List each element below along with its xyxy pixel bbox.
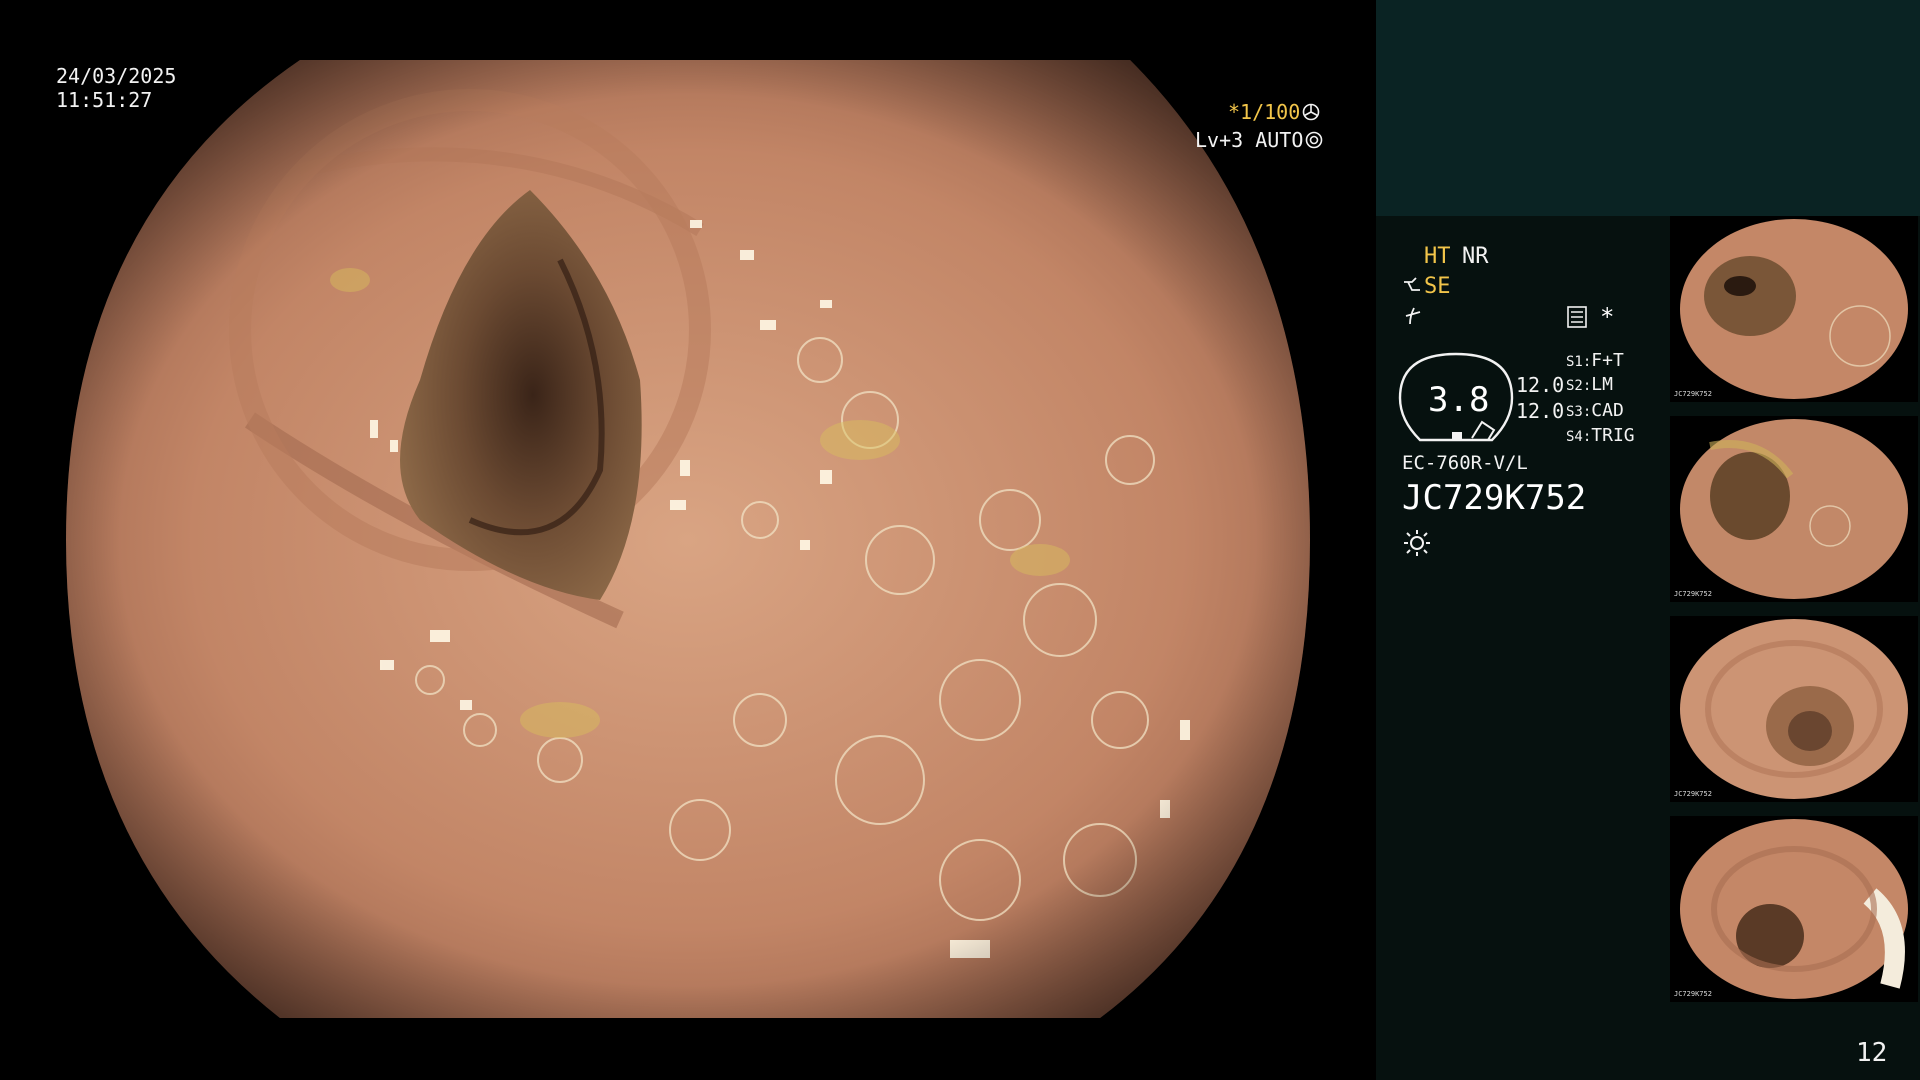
- iris-indicator: Lv+3 AUTO: [1195, 128, 1323, 152]
- se-icon: [1404, 277, 1420, 291]
- menu-icon: [1567, 306, 1587, 328]
- thumbnail-image: [1680, 619, 1908, 799]
- f-icon: [1405, 307, 1421, 325]
- scope-model: EC-760R-V/L: [1402, 452, 1528, 474]
- value-2: 12.0: [1516, 399, 1565, 423]
- nr-label: NR: [1462, 244, 1489, 269]
- thumbnail-serial: JC729K752: [1674, 390, 1712, 398]
- iris-icon: [1306, 131, 1323, 149]
- thumbnail-image: [1680, 419, 1908, 599]
- thumbnail-image: [1680, 219, 1908, 399]
- scope-serial: JC729K752: [1402, 478, 1587, 518]
- endoscopy-screen: 24/03/2025 11:51:27 *1/100 Lv+3 AUTO HT …: [0, 0, 1920, 1080]
- se-label: SE: [1424, 274, 1451, 299]
- light-icon: [1404, 530, 1430, 556]
- thumbnail-4[interactable]: JC729K752: [1670, 816, 1918, 1002]
- slot-s3: S3:CAD: [1566, 400, 1624, 421]
- panel-header-area: [1376, 0, 1920, 216]
- thumbnail-serial: JC729K752: [1674, 990, 1712, 998]
- slot-s4: S4:TRIG: [1566, 425, 1635, 446]
- gauge-value: 3.8: [1428, 380, 1490, 420]
- page-number: 12: [1856, 1038, 1888, 1068]
- thumbnail-3[interactable]: JC729K752: [1670, 616, 1918, 802]
- slot-s1: S1:F+T: [1566, 350, 1624, 371]
- shutter-text: *1/100: [1228, 100, 1301, 124]
- endoscope-view: 24/03/2025 11:51:27 *1/100 Lv+3 AUTO: [0, 0, 1376, 1080]
- status-panel: HT NR SE * 3.8 12.0 12.0 S1:F+T S2:LM S3…: [1376, 0, 1920, 1080]
- shutter-icon: [1302, 103, 1320, 121]
- thumbnail-2[interactable]: JC729K752: [1670, 416, 1918, 602]
- thumbnail-1[interactable]: JC729K752: [1670, 216, 1918, 402]
- shutter-indicator: *1/100: [1228, 100, 1320, 124]
- date-text: 24/03/2025: [56, 64, 177, 88]
- star-mark: *: [1600, 303, 1615, 331]
- thumbnail-serial: JC729K752: [1674, 790, 1712, 798]
- datetime: 24/03/2025 11:51:27: [56, 64, 176, 112]
- value-1: 12.0: [1516, 373, 1565, 397]
- time-text: 11:51:27: [56, 88, 153, 112]
- ht-label: HT: [1424, 244, 1451, 269]
- thumbnail-image: [1680, 819, 1908, 999]
- iris-text: Lv+3 AUTO: [1195, 128, 1304, 152]
- endoscopic-image: [66, 60, 1310, 1018]
- thumbnail-serial: JC729K752: [1674, 590, 1712, 598]
- slot-s2: S2:LM: [1566, 374, 1613, 395]
